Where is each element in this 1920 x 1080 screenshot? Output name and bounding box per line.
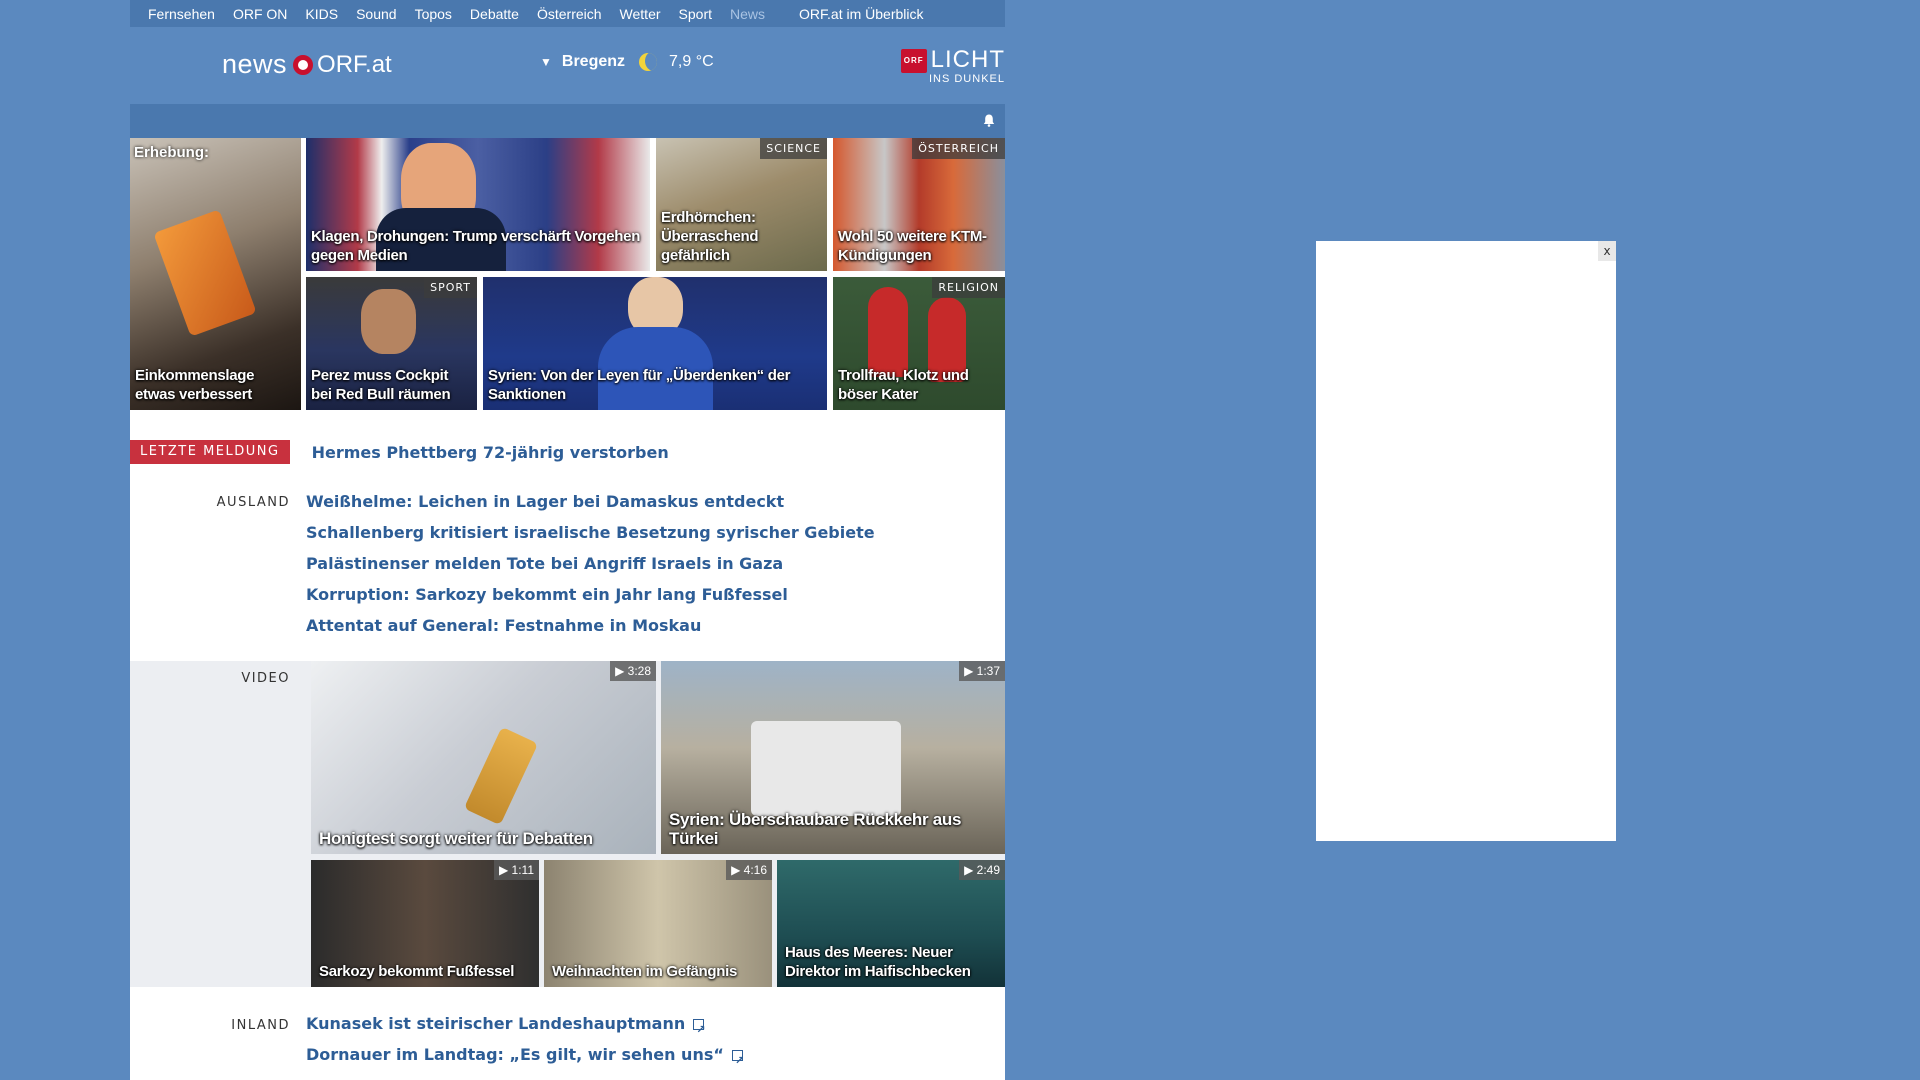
external-link-icon xyxy=(693,1014,705,1045)
section-label-ausland: AUSLAND xyxy=(216,495,290,510)
logo-orf-text: ORF.at xyxy=(317,50,392,78)
tile-label: Syrien: Von der Leyen für „Überdenken“ d… xyxy=(488,367,791,403)
tile-top-label: Erhebung: xyxy=(134,144,209,161)
story-tile-erdhoernchen[interactable]: SCIENCE Erdhörnchen: Überraschend gefähr… xyxy=(656,138,827,271)
bell-icon[interactable] xyxy=(983,114,995,127)
ausland-link[interactable]: Attentat auf General: Festnahme in Moska… xyxy=(306,610,875,641)
video-section: VIDEO ▶ 3:28 Honigtest sorgt weiter für … xyxy=(130,661,1005,987)
advertisement-box: x xyxy=(1316,241,1616,841)
gnome-image xyxy=(868,287,908,377)
ausland-link[interactable]: Palästinenser melden Tote bei Angriff Is… xyxy=(306,548,875,579)
video-title: Sarkozy bekommt Fußfessel xyxy=(319,963,515,980)
category-tag: RELIGION xyxy=(932,277,1005,298)
inland-list: Kunasek ist steirischer Landeshauptmann … xyxy=(306,1008,744,1076)
story-tile-vonderleyen[interactable]: Syrien: Von der Leyen für „Überdenken“ d… xyxy=(483,277,827,410)
video-tile-honigtest[interactable]: ▶ 3:28 Honigtest sorgt weiter für Debatt… xyxy=(311,661,656,854)
ausland-link[interactable]: Schallenberg kritisiert israelische Bese… xyxy=(306,517,875,548)
nav-topos[interactable]: Topos xyxy=(415,6,452,22)
category-tag: ÖSTERREICH xyxy=(912,138,1005,159)
honey-jar-image xyxy=(463,726,539,826)
nav-overview[interactable]: ORF.at im Überblick xyxy=(799,6,923,22)
top-navigation: Fernsehen ORF ON KIDS Sound Topos Debatt… xyxy=(130,0,1005,27)
logo-news-text: news xyxy=(222,49,288,79)
video-tile-sarkozy[interactable]: ▶ 1:11 Sarkozy bekommt Fußfessel xyxy=(311,860,539,987)
site-header: news ORF.at ▼ Bregenz 7,9 °C ORF LICHT IN… xyxy=(130,27,1005,104)
orf-badge: ORF xyxy=(900,49,927,73)
section-label-video: VIDEO xyxy=(241,671,290,686)
breaking-news-badge: LETZTE MELDUNG xyxy=(130,440,290,464)
tile-label: Perez muss Cockpit bei Red Bull räumen xyxy=(311,367,451,403)
nav-sound[interactable]: Sound xyxy=(356,6,396,22)
tile-label: Trollfrau, Klotz und böser Kater xyxy=(838,367,969,403)
ausland-link[interactable]: Korruption: Sarkozy bekommt ein Jahr lan… xyxy=(306,579,875,610)
video-title: Weihnachten im Gefängnis xyxy=(552,963,738,980)
nav-orf-on[interactable]: ORF ON xyxy=(233,6,287,22)
video-duration: ▶ 1:11 xyxy=(493,860,539,880)
dropdown-triangle-icon: ▼ xyxy=(540,55,552,69)
video-tile-syrien[interactable]: ▶ 1:37 Syrien: Überschaubare Rückkehr au… xyxy=(661,661,1005,854)
inland-link-text: Kunasek ist steirischer Landeshauptmann xyxy=(306,1014,686,1033)
video-duration: ▶ 3:28 xyxy=(610,661,656,681)
ausland-list: Weißhelme: Leichen in Lager bei Damaskus… xyxy=(306,486,875,641)
story-tile-perez[interactable]: SPORT Perez muss Cockpit bei Red Bull rä… xyxy=(306,277,477,410)
story-tile-trump[interactable]: Klagen, Drohungen: Trump verschärft Vorg… xyxy=(306,138,650,271)
portrait-image xyxy=(361,289,416,354)
tile-label: Wohl 50 weitere KTM-Kündigungen xyxy=(838,228,987,264)
breaking-news-link[interactable]: Hermes Phettberg 72-jährig verstorben xyxy=(312,443,669,462)
close-ad-button[interactable]: x xyxy=(1598,241,1616,261)
external-link-icon xyxy=(731,1045,744,1076)
video-tile-haus-des-meeres[interactable]: ▶ 2:49 Haus des Meeres: Neuer Direktor i… xyxy=(777,860,1005,987)
nav-oesterreich[interactable]: Österreich xyxy=(537,6,602,22)
video-duration: ▶ 1:37 xyxy=(959,661,1005,681)
video-title: Syrien: Überschaubare Rückkehr aus Türke… xyxy=(669,810,962,848)
sub-bar xyxy=(130,104,1005,138)
nav-fernsehen[interactable]: Fernsehen xyxy=(148,6,215,22)
nav-sport[interactable]: Sport xyxy=(679,6,712,22)
weather-widget[interactable]: ▼ Bregenz 7,9 °C xyxy=(540,53,714,71)
nav-kids[interactable]: KIDS xyxy=(305,6,338,22)
weather-city: Bregenz xyxy=(561,53,626,70)
story-tile-einkommen[interactable]: Erhebung: Einkommenslage etwas verbesser… xyxy=(130,138,301,410)
video-title: Haus des Meeres: Neuer Direktor im Haifi… xyxy=(785,944,971,980)
tile-label: Erdhörnchen: Überraschend gefährlich xyxy=(661,209,759,264)
inland-link[interactable]: Kunasek ist steirischer Landeshauptmann xyxy=(306,1008,743,1045)
licht-ins-dunkel-logo[interactable]: ORF LICHT INS DUNKEL xyxy=(900,46,1005,85)
weather-temperature: 7,9 °C xyxy=(669,53,714,70)
section-label-inland: INLAND xyxy=(231,1018,290,1033)
main-content: Erhebung: Einkommenslage etwas verbesser… xyxy=(130,138,1005,1080)
story-tile-ktm[interactable]: ÖSTERREICH Wohl 50 weitere KTM-Kündigung… xyxy=(833,138,1005,271)
story-tile-trollfrau[interactable]: RELIGION Trollfrau, Klotz und böser Kate… xyxy=(833,277,1005,410)
nav-debatte[interactable]: Debatte xyxy=(470,6,519,22)
inland-link[interactable]: Dornauer im Landtag: „Es gilt, wir sehen… xyxy=(306,1039,744,1076)
breaking-news: LETZTE MELDUNG Hermes Phettberg 72-jähri… xyxy=(130,440,669,464)
nav-news[interactable]: News xyxy=(730,6,765,22)
tile-label: Einkommenslage etwas verbessert xyxy=(135,367,255,403)
category-tag: SCIENCE xyxy=(760,138,827,159)
card-image xyxy=(153,209,257,337)
moon-icon xyxy=(639,53,658,71)
campaign-title: LICHT xyxy=(930,46,1005,73)
campaign-subtitle: INS DUNKEL xyxy=(928,73,1005,85)
ausland-link[interactable]: Weißhelme: Leichen in Lager bei Damaskus… xyxy=(306,486,875,517)
video-tile-weihnachten[interactable]: ▶ 4:16 Weihnachten im Gefängnis xyxy=(544,860,772,987)
video-title: Honigtest sorgt weiter für Debatten xyxy=(319,829,593,848)
video-duration: ▶ 2:49 xyxy=(959,860,1005,880)
nav-wetter[interactable]: Wetter xyxy=(620,6,661,22)
video-duration: ▶ 4:16 xyxy=(726,860,772,880)
orf-ring-icon xyxy=(293,54,314,75)
category-tag: SPORT xyxy=(424,277,477,298)
truck-image xyxy=(751,721,901,816)
inland-link-text: Dornauer im Landtag: „Es gilt, wir sehen… xyxy=(306,1045,724,1064)
tile-label: Klagen, Drohungen: Trump verschärft Vorg… xyxy=(311,228,641,264)
news-orf-logo[interactable]: news ORF.at xyxy=(222,49,392,80)
